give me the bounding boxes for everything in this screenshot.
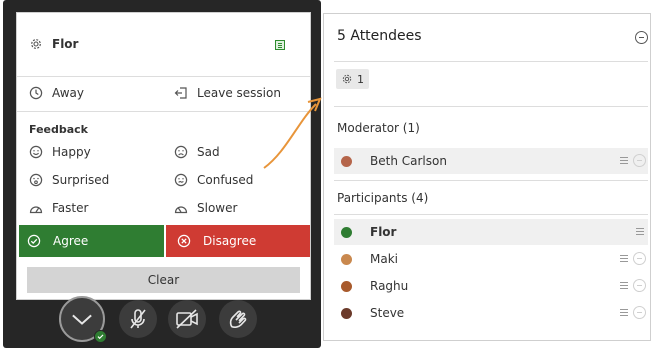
happy-face-icon bbox=[29, 145, 43, 159]
feedback-label: Slower bbox=[197, 201, 238, 215]
disagree-button[interactable]: Disagree bbox=[166, 225, 310, 257]
slower-icon bbox=[174, 201, 188, 215]
attendee-row[interactable]: Flor bbox=[334, 219, 648, 245]
feedback-surprised-option[interactable]: Surprised bbox=[29, 173, 109, 187]
attendee-options-icon[interactable] bbox=[636, 228, 644, 235]
status-check-badge bbox=[94, 330, 107, 343]
avatar bbox=[341, 253, 352, 265]
attendee-options-icon[interactable] bbox=[620, 309, 628, 316]
sad-face-icon bbox=[174, 145, 188, 159]
avatar bbox=[341, 155, 352, 167]
feedback-label: Surprised bbox=[52, 173, 110, 187]
user-status-row: Flor bbox=[29, 37, 78, 51]
microphone-button[interactable] bbox=[119, 300, 157, 338]
gear-icon bbox=[341, 73, 353, 85]
clock-icon bbox=[29, 86, 43, 100]
attendees-title: 5 Attendees bbox=[337, 28, 422, 44]
user-name: Flor bbox=[52, 37, 79, 51]
feedback-happy-option[interactable]: Happy bbox=[29, 145, 91, 159]
attendee-row[interactable]: Steve bbox=[334, 300, 648, 326]
feedback-faster-option[interactable]: Faster bbox=[29, 201, 88, 215]
check-circle-icon bbox=[27, 234, 41, 248]
screenshot-stage: Flor Away Leave session Feedback Happy S… bbox=[0, 0, 654, 350]
camera-off-icon bbox=[176, 309, 198, 329]
status-count-badge[interactable]: 1 bbox=[336, 69, 369, 89]
divider bbox=[334, 106, 648, 107]
avatar bbox=[341, 307, 352, 319]
feedback-label: Faster bbox=[52, 201, 89, 215]
feedback-label: Confused bbox=[197, 173, 254, 187]
avatar bbox=[341, 280, 352, 292]
clear-button[interactable]: Clear bbox=[27, 267, 300, 293]
attendee-row[interactable]: Maki bbox=[334, 246, 648, 272]
attendee-row[interactable]: Raghu bbox=[334, 273, 648, 299]
divider bbox=[334, 180, 648, 181]
divider bbox=[334, 214, 648, 215]
attendee-options-icon[interactable] bbox=[620, 255, 628, 262]
session-control-panel: Flor Away Leave session Feedback Happy S… bbox=[3, 0, 321, 348]
attendee-name: Steve bbox=[370, 306, 405, 320]
camera-button[interactable] bbox=[168, 300, 206, 338]
divider bbox=[17, 76, 310, 77]
surprised-face-icon bbox=[29, 173, 43, 187]
agree-button[interactable]: Agree bbox=[19, 225, 164, 257]
attendee-options-icon[interactable] bbox=[620, 282, 628, 289]
status-count: 1 bbox=[357, 72, 364, 86]
mic-off-icon bbox=[130, 309, 146, 329]
more-options-icon[interactable] bbox=[633, 154, 646, 167]
attendees-panel: 5 Attendees 1 Moderator (1) Beth Carlson… bbox=[323, 13, 651, 341]
attendee-options-icon[interactable] bbox=[620, 157, 628, 164]
disagree-label: Disagree bbox=[203, 234, 257, 248]
attendee-name: Raghu bbox=[370, 279, 409, 293]
agree-status-icon bbox=[341, 226, 352, 238]
away-option[interactable]: Away bbox=[29, 86, 84, 100]
more-options-icon[interactable] bbox=[633, 279, 646, 292]
feedback-slower-option[interactable]: Slower bbox=[174, 201, 237, 215]
divider bbox=[334, 61, 648, 62]
away-label: Away bbox=[52, 86, 84, 100]
agree-label: Agree bbox=[53, 234, 89, 248]
x-circle-icon bbox=[177, 234, 191, 248]
feedback-label: Happy bbox=[52, 145, 91, 159]
moderator-heading: Moderator (1) bbox=[337, 121, 420, 135]
faster-icon bbox=[29, 201, 43, 215]
more-options-icon[interactable] bbox=[633, 252, 646, 265]
leave-icon bbox=[174, 86, 188, 100]
feedback-confused-option[interactable]: Confused bbox=[174, 173, 253, 187]
attendee-row[interactable]: Beth Carlson bbox=[334, 148, 648, 174]
gear-icon bbox=[29, 37, 43, 51]
collapse-panel-icon[interactable] bbox=[635, 31, 648, 44]
participants-heading: Participants (4) bbox=[337, 191, 429, 205]
attendee-name: Flor bbox=[370, 225, 397, 239]
feedback-sad-option[interactable]: Sad bbox=[174, 145, 220, 159]
confused-face-icon bbox=[174, 173, 188, 187]
more-options-icon[interactable] bbox=[633, 306, 646, 319]
check-icon bbox=[97, 334, 104, 340]
hand-icon bbox=[229, 310, 247, 328]
feedback-label: Sad bbox=[197, 145, 220, 159]
feedback-heading: Feedback bbox=[29, 123, 88, 136]
status-grid-icon[interactable] bbox=[275, 40, 285, 50]
hand-raise-button[interactable] bbox=[219, 300, 257, 338]
attendee-name: Beth Carlson bbox=[370, 154, 447, 168]
attendee-name: Maki bbox=[370, 252, 398, 266]
